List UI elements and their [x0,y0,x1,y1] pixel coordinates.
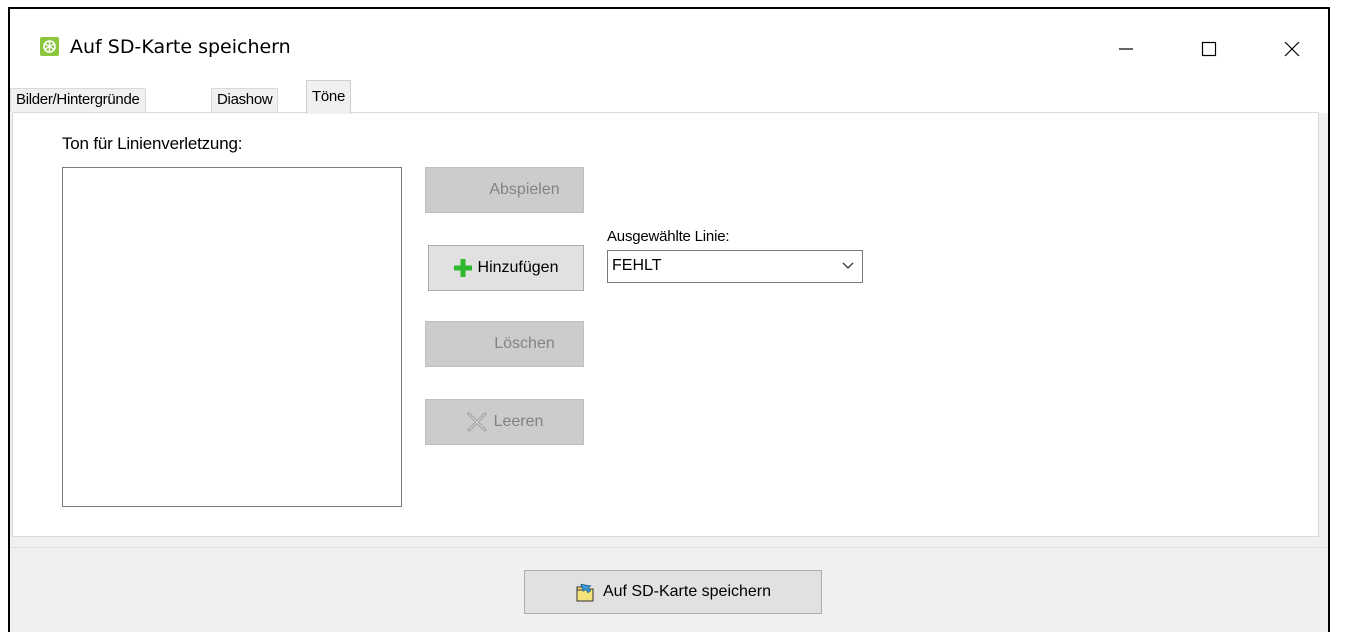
save-to-sd-icon [576,583,594,602]
save-to-sd-label: Auf SD-Karte speichern [602,583,772,600]
selected-line-label: Ausgewählte Linie: [607,228,730,245]
close-icon [1284,41,1300,57]
maximize-button[interactable] [1187,27,1231,71]
title-bar[interactable]: Auf SD-Karte speichern [10,9,1328,79]
dialog-window: Auf SD-Karte speichern Bilder/Hintergrün… [8,7,1330,632]
tab-toene[interactable]: Töne [306,80,351,114]
footer-divider [10,547,1328,548]
minimize-icon [1119,48,1133,50]
selected-line-value: FEHLT [612,257,662,274]
add-button-label: Hinzufügen [477,259,559,276]
add-button[interactable]: Hinzufügen [428,245,584,291]
tab-diashow[interactable]: Diashow [211,88,279,112]
maximize-icon [1201,41,1217,57]
close-button[interactable] [1270,27,1314,71]
app-icon [40,37,59,56]
sound-list[interactable] [62,167,402,507]
delete-button-label: Löschen [494,335,555,352]
tab-strip: Bilder/Hintergründe Diashow Töne [10,79,1328,114]
tab-bilder-hintergruende[interactable]: Bilder/Hintergründe [10,88,146,112]
clear-icon [467,412,487,432]
sound-list-label: Ton für Linienverletzung: [62,134,243,153]
delete-button[interactable]: Löschen [425,321,584,367]
plus-icon [453,259,472,277]
save-to-sd-button[interactable]: Auf SD-Karte speichern [524,570,822,614]
play-button-label: Abspielen [489,181,560,198]
chevron-down-icon [842,262,854,269]
clear-button-label: Leeren [493,413,544,430]
selected-line-dropdown[interactable]: FEHLT [607,250,863,283]
clear-button[interactable]: Leeren [425,399,584,445]
window-title: Auf SD-Karte speichern [70,36,291,58]
play-button[interactable]: Abspielen [425,167,584,213]
minimize-button[interactable] [1104,27,1148,71]
